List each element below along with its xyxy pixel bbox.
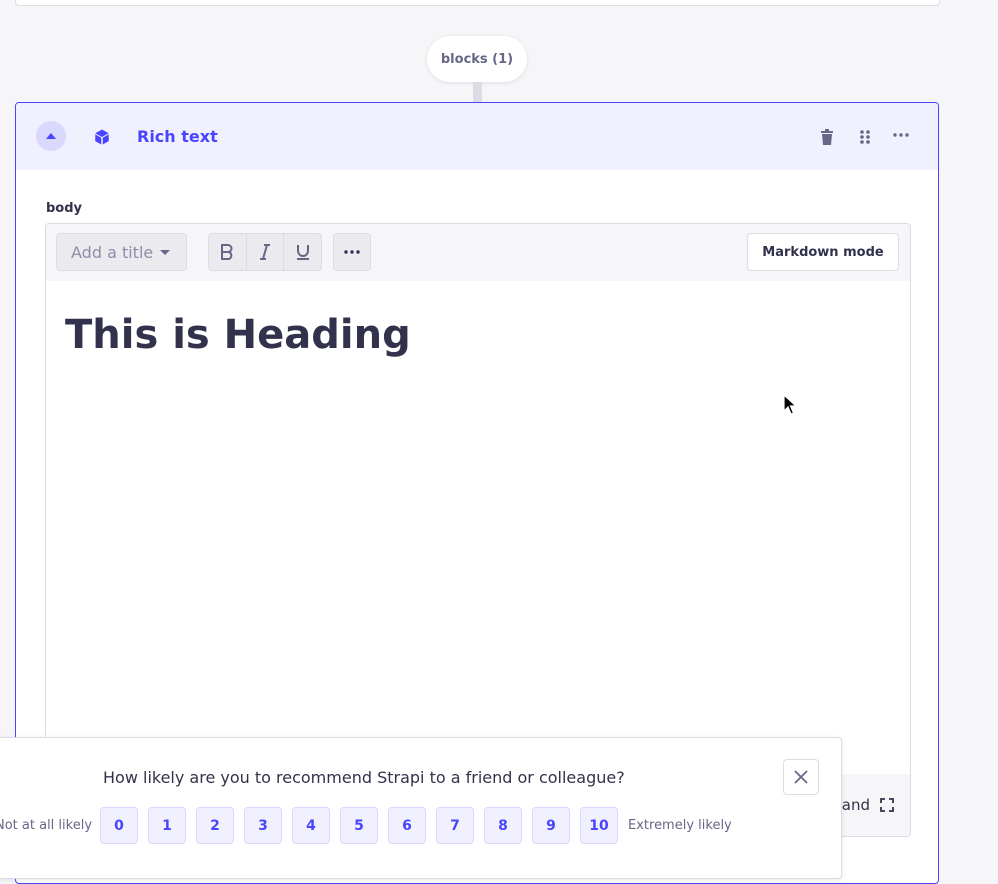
editor-toolbar: Add a title Markdown mode xyxy=(46,224,910,281)
chevron-down-icon xyxy=(160,250,170,255)
italic-icon xyxy=(260,244,270,260)
markdown-mode-label: Markdown mode xyxy=(762,244,884,260)
expand-icon xyxy=(880,798,894,812)
blocks-count-badge: blocks (1) xyxy=(427,36,527,82)
more-icon xyxy=(344,250,360,254)
title-select[interactable]: Add a title xyxy=(56,233,187,271)
underline-button[interactable] xyxy=(284,234,321,270)
survey-question: How likely are you to recommend Strapi t… xyxy=(103,768,625,787)
collapse-button[interactable] xyxy=(36,121,66,151)
title-select-placeholder: Add a title xyxy=(71,243,154,262)
italic-button[interactable] xyxy=(247,234,285,270)
score-button-8[interactable]: 8 xyxy=(484,807,522,844)
score-button-1[interactable]: 1 xyxy=(148,807,186,844)
score-button-6[interactable]: 6 xyxy=(388,807,426,844)
score-button-7[interactable]: 7 xyxy=(436,807,474,844)
component-header[interactable]: Rich text xyxy=(16,103,938,170)
more-options-icon[interactable] xyxy=(892,126,910,144)
score-button-10[interactable]: 10 xyxy=(580,807,618,844)
caret-up-icon xyxy=(46,133,56,139)
trash-icon[interactable] xyxy=(818,128,836,146)
markdown-mode-button[interactable]: Markdown mode xyxy=(747,233,899,271)
component-title[interactable]: Rich text xyxy=(137,127,218,146)
score-button-0[interactable]: 0 xyxy=(100,807,138,844)
bold-icon xyxy=(221,244,233,260)
cube-icon xyxy=(95,129,109,145)
scale-low-label: Not at all likely xyxy=(0,818,93,833)
expand-label: and xyxy=(841,796,870,814)
close-icon xyxy=(794,770,808,784)
underline-icon xyxy=(296,245,309,260)
format-button-group xyxy=(208,233,322,271)
close-button[interactable] xyxy=(783,759,819,795)
bold-button[interactable] xyxy=(209,234,247,270)
scale-high-label: Extremely likely xyxy=(628,818,732,833)
connector-line xyxy=(473,82,482,102)
score-button-2[interactable]: 2 xyxy=(196,807,234,844)
score-button-5[interactable]: 5 xyxy=(340,807,378,844)
mouse-cursor-icon xyxy=(783,394,797,415)
blocks-count-label: blocks (1) xyxy=(440,51,514,67)
score-button-9[interactable]: 9 xyxy=(532,807,570,844)
field-label: body xyxy=(46,201,83,216)
expand-button[interactable]: and xyxy=(842,796,894,814)
previous-component-card xyxy=(15,0,940,6)
nps-survey-panel: How likely are you to recommend Strapi t… xyxy=(0,737,842,879)
drag-handle-icon[interactable] xyxy=(856,128,874,146)
score-button-3[interactable]: 3 xyxy=(244,807,282,844)
score-button-4[interactable]: 4 xyxy=(292,807,330,844)
more-format-button[interactable] xyxy=(333,233,371,271)
editor-heading[interactable]: This is Heading xyxy=(65,312,411,358)
